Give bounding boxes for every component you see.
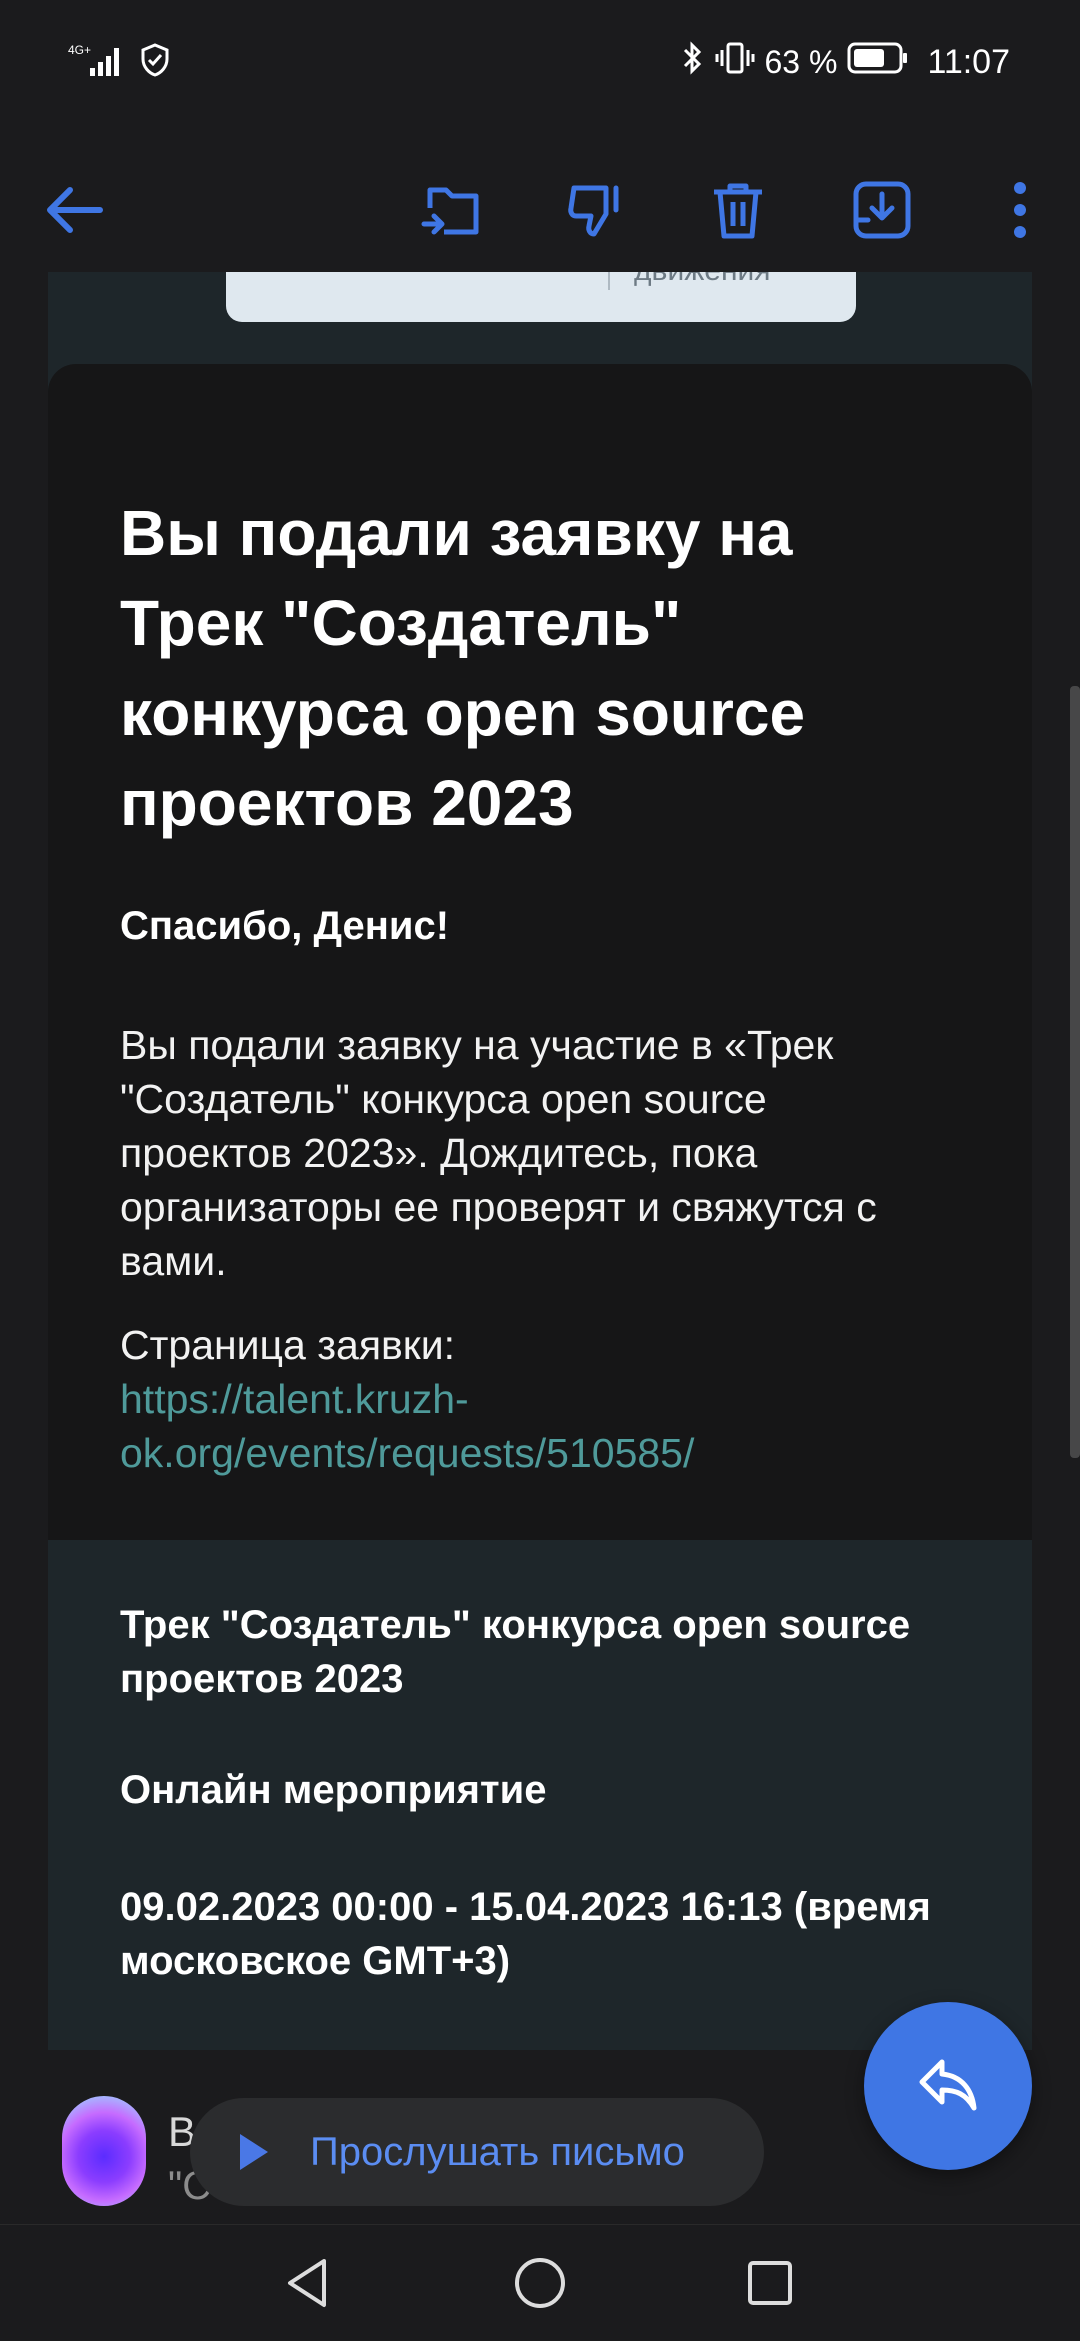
- back-button[interactable]: [36, 172, 112, 248]
- status-bar: 4G+ 63 % 11:07: [0, 0, 1080, 120]
- archive-button[interactable]: [844, 172, 920, 248]
- chip-divider: [608, 272, 610, 290]
- arrow-left-icon: [47, 187, 103, 233]
- signal-icon: 4G+: [68, 42, 126, 83]
- battery-icon: [847, 41, 909, 83]
- network-type: 4G+: [68, 43, 91, 57]
- request-link[interactable]: https://talent.kruzh-ok.org/events/reque…: [120, 1372, 920, 1480]
- event-type: Онлайн мероприятие: [120, 1768, 547, 1812]
- folder-move-icon: [421, 187, 479, 235]
- trash-icon: [714, 183, 762, 239]
- bluetooth-icon: [681, 40, 705, 84]
- more-button[interactable]: [982, 172, 1058, 248]
- clock: 11:07: [927, 42, 1010, 81]
- chip-remnant: движения: [226, 272, 856, 322]
- email-title: Вы подали заявку на Трек "Создатель" кон…: [120, 497, 806, 839]
- nav-home-icon: [515, 2258, 565, 2308]
- event-title: Трек "Создатель" конкурса open source пр…: [120, 1603, 911, 1701]
- reply-button[interactable]: [864, 2002, 1032, 2170]
- more-vertical-icon: [1014, 182, 1026, 238]
- archive-download-icon: [853, 181, 911, 239]
- system-nav-bar: [0, 2224, 1080, 2341]
- listen-label: Прослушать письмо: [310, 2129, 685, 2174]
- mail-toolbar: [0, 150, 1080, 270]
- chip-text: движения: [634, 272, 771, 288]
- delete-button[interactable]: [700, 172, 776, 248]
- avatar[interactable]: [62, 2096, 146, 2206]
- email-body: Вы подали заявку на участие в «Трек "Соз…: [120, 1022, 877, 1284]
- nav-recents-icon: [748, 2261, 792, 2305]
- move-button[interactable]: [414, 172, 490, 248]
- greeting: Спасибо, Денис!: [120, 904, 450, 948]
- nav-back-button[interactable]: [278, 2253, 338, 2313]
- nav-home-button[interactable]: [510, 2253, 570, 2313]
- listen-button[interactable]: Прослушать письмо: [190, 2098, 764, 2206]
- play-icon: [240, 2134, 268, 2170]
- request-label: Страница заявки:: [120, 1322, 456, 1368]
- nav-recents-button[interactable]: [740, 2253, 800, 2313]
- shield-icon: [140, 43, 170, 82]
- vibrate-icon: [715, 40, 755, 84]
- scrollbar[interactable]: [1070, 686, 1080, 1458]
- event-dates: 09.02.2023 00:00 - 15.04.2023 16:13 (вре…: [120, 1885, 931, 1983]
- battery-percent: 63 %: [764, 43, 838, 80]
- status-left: 4G+: [68, 42, 170, 83]
- thumb-down-icon: [568, 185, 619, 237]
- nav-back-icon: [288, 2259, 326, 2307]
- status-right: 63 % 11:07: [681, 40, 1010, 84]
- reply-icon: [919, 2059, 977, 2111]
- spam-button[interactable]: [558, 172, 634, 248]
